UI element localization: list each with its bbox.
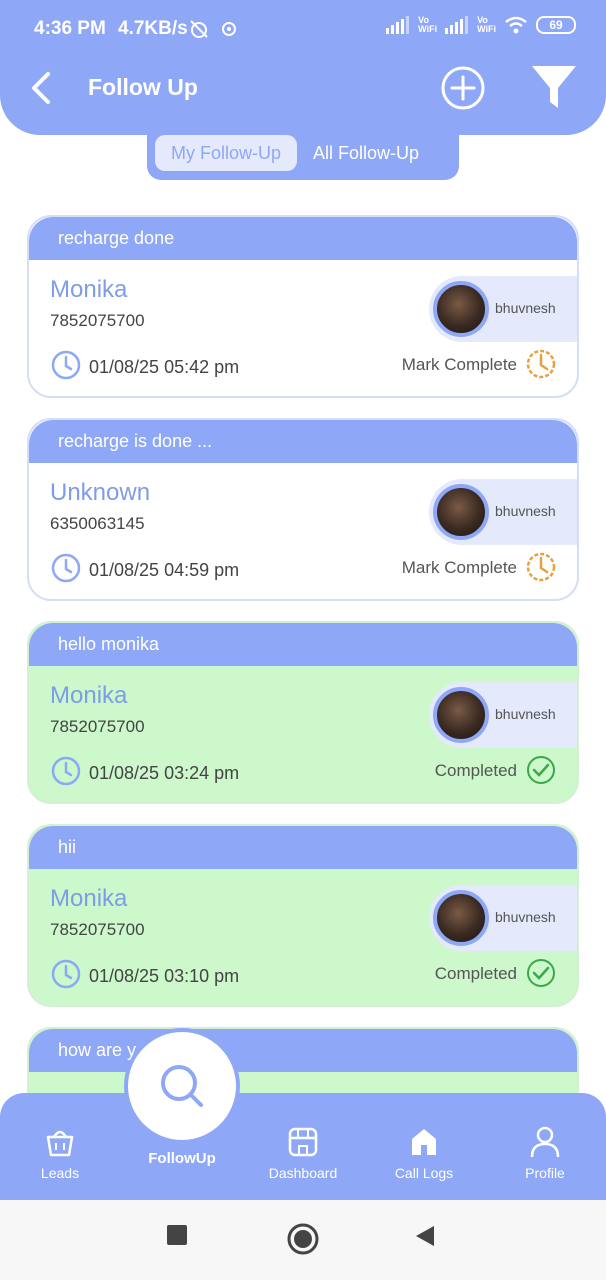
card-note: hii [29, 826, 577, 869]
battery-indicator: 69 [536, 16, 576, 34]
card-note: how are y [29, 1029, 577, 1072]
bottom-navigation: Leads Dashboard Call Logs Profile [0, 1093, 606, 1200]
card-note: recharge is done ... [29, 420, 577, 463]
assignee-chip: bhuvnesh [429, 276, 577, 342]
vowifi-indicator: Vo WiFi [477, 15, 496, 34]
assignee-chip: bhuvnesh [429, 682, 577, 748]
signal-icon [386, 16, 410, 34]
follow-up-card[interactable]: recharge is done ... Unknown 6350063145 … [27, 418, 579, 601]
pending-clock-icon[interactable] [525, 551, 557, 583]
page-title: Follow Up [88, 74, 198, 100]
check-circle-icon [527, 756, 555, 784]
nav-dashboard[interactable]: Dashboard [253, 1093, 353, 1200]
follow-up-datetime: 01/08/25 03:24 pm [89, 763, 240, 783]
status-right-icons: Vo WiFi Vo WiFi 69 [386, 16, 576, 34]
filter-button[interactable] [530, 64, 578, 112]
status-bar: 4:36 PM 4.7KB/s Vo WiFi Vo WiFi 69 [0, 0, 606, 60]
assignee-name: bhuvnesh [495, 909, 556, 925]
nav-label: Dashboard [268, 1165, 338, 1181]
avatar [433, 281, 489, 337]
clock-icon [51, 350, 81, 380]
recents-icon[interactable] [166, 1224, 188, 1246]
app-header: 4:36 PM 4.7KB/s Vo WiFi Vo WiFi 69 Follow … [0, 0, 606, 135]
completed-label: Completed [434, 964, 517, 983]
system-navigation-bar [0, 1200, 606, 1280]
nav-followup-button[interactable] [128, 1032, 236, 1140]
back-button[interactable] [26, 68, 58, 108]
clock-icon [51, 553, 81, 583]
basket-icon [46, 1130, 74, 1157]
sync-icon [222, 22, 236, 36]
lead-name: Monika [50, 885, 128, 912]
mark-complete-label[interactable]: Mark Complete [402, 355, 517, 375]
lead-phone: 7852075700 [50, 920, 145, 939]
completed-label: Completed [434, 761, 517, 780]
nav-profile[interactable]: Profile [495, 1093, 595, 1200]
follow-up-tabs: My Follow-Up All Follow-Up [147, 130, 459, 180]
nav-label: Profile [525, 1165, 565, 1181]
status-left-icons [188, 18, 238, 40]
lead-phone: 7852075700 [50, 717, 145, 736]
follow-up-datetime: 01/08/25 05:42 pm [89, 357, 240, 377]
assignee-name: bhuvnesh [495, 300, 556, 316]
lead-name: Monika [50, 276, 128, 303]
avatar [433, 687, 489, 743]
nav-label-followup: FollowUp [148, 1150, 216, 1167]
nav-label: Leads [40, 1165, 80, 1181]
clock-icon [51, 959, 81, 989]
alarm-off-icon [190, 20, 208, 38]
lead-name: Unknown [50, 479, 151, 506]
assignee-chip: bhuvnesh [429, 479, 577, 545]
nav-label: Call Logs [394, 1165, 454, 1181]
tab-my-follow-up[interactable]: My Follow-Up [155, 135, 298, 171]
lead-phone: 7852075700 [50, 311, 145, 330]
store-icon [288, 1127, 318, 1157]
follow-up-datetime: 01/08/25 03:10 pm [89, 966, 240, 986]
wifi-icon [505, 16, 527, 34]
avatar [433, 890, 489, 946]
clock-icon [51, 756, 81, 786]
home-button-icon[interactable] [286, 1222, 320, 1256]
nav-call-logs[interactable]: Call Logs [374, 1093, 474, 1200]
card-note: hello monika [29, 623, 577, 666]
assignee-chip: bhuvnesh [429, 885, 577, 951]
lead-name: Monika [50, 682, 128, 709]
mark-complete-label[interactable]: Mark Complete [402, 558, 517, 578]
card-note: recharge done [29, 217, 577, 260]
network-speed: 4.7KB/s [118, 18, 188, 39]
assignee-name: bhuvnesh [495, 706, 556, 722]
tab-all-follow-up[interactable]: All Follow-Up [297, 135, 435, 171]
back-triangle-icon[interactable] [414, 1224, 436, 1248]
lead-phone: 6350063145 [50, 514, 145, 533]
avatar [433, 484, 489, 540]
search-icon [161, 1065, 203, 1107]
check-circle-icon [527, 959, 555, 987]
add-button[interactable] [440, 65, 486, 111]
status-time: 4:36 PM [34, 18, 106, 39]
follow-up-card[interactable]: hello monika Monika 7852075700 bhuvnesh … [27, 621, 579, 804]
vowifi-indicator: Vo WiFi [418, 15, 438, 34]
user-icon [530, 1126, 560, 1158]
home-icon [412, 1129, 436, 1155]
follow-up-card[interactable]: hii Monika 7852075700 bhuvnesh 01/08/25 … [27, 824, 579, 1007]
follow-up-datetime: 01/08/25 04:59 pm [89, 560, 240, 580]
follow-up-card[interactable]: recharge done Monika 7852075700 bhuvnesh… [27, 215, 579, 398]
assignee-name: bhuvnesh [495, 503, 556, 519]
pending-clock-icon[interactable] [525, 348, 557, 380]
nav-leads[interactable]: Leads [10, 1093, 110, 1200]
signal-icon [445, 16, 469, 34]
